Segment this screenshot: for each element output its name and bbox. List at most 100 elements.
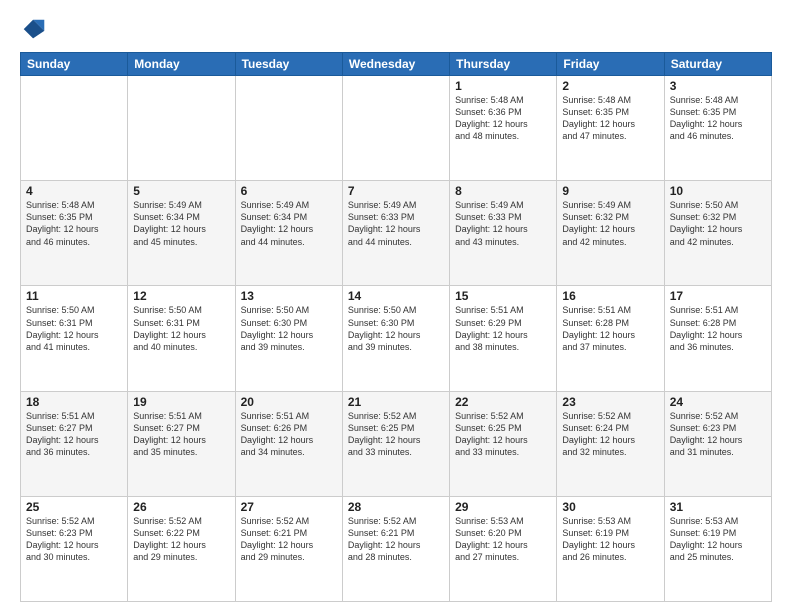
weekday-header-thursday: Thursday — [450, 53, 557, 76]
day-cell-15: 15Sunrise: 5:51 AM Sunset: 6:29 PM Dayli… — [450, 286, 557, 391]
day-number: 29 — [455, 500, 551, 514]
week-row-5: 25Sunrise: 5:52 AM Sunset: 6:23 PM Dayli… — [21, 496, 772, 601]
day-number: 9 — [562, 184, 658, 198]
day-number: 13 — [241, 289, 337, 303]
week-row-4: 18Sunrise: 5:51 AM Sunset: 6:27 PM Dayli… — [21, 391, 772, 496]
day-number: 15 — [455, 289, 551, 303]
day-number: 27 — [241, 500, 337, 514]
day-number: 10 — [670, 184, 766, 198]
day-info: Sunrise: 5:53 AM Sunset: 6:19 PM Dayligh… — [670, 515, 766, 564]
day-number: 23 — [562, 395, 658, 409]
day-cell-28: 28Sunrise: 5:52 AM Sunset: 6:21 PM Dayli… — [342, 496, 449, 601]
day-number: 6 — [241, 184, 337, 198]
day-number: 8 — [455, 184, 551, 198]
day-number: 19 — [133, 395, 229, 409]
week-row-3: 11Sunrise: 5:50 AM Sunset: 6:31 PM Dayli… — [21, 286, 772, 391]
day-cell-3: 3Sunrise: 5:48 AM Sunset: 6:35 PM Daylig… — [664, 76, 771, 181]
day-number: 20 — [241, 395, 337, 409]
calendar-table: SundayMondayTuesdayWednesdayThursdayFrid… — [20, 52, 772, 602]
day-cell-9: 9Sunrise: 5:49 AM Sunset: 6:32 PM Daylig… — [557, 181, 664, 286]
header — [20, 16, 772, 44]
day-number: 28 — [348, 500, 444, 514]
day-cell-18: 18Sunrise: 5:51 AM Sunset: 6:27 PM Dayli… — [21, 391, 128, 496]
day-number: 25 — [26, 500, 122, 514]
day-info: Sunrise: 5:53 AM Sunset: 6:19 PM Dayligh… — [562, 515, 658, 564]
day-info: Sunrise: 5:49 AM Sunset: 6:34 PM Dayligh… — [241, 199, 337, 248]
day-cell-27: 27Sunrise: 5:52 AM Sunset: 6:21 PM Dayli… — [235, 496, 342, 601]
day-info: Sunrise: 5:48 AM Sunset: 6:35 PM Dayligh… — [670, 94, 766, 143]
day-number: 1 — [455, 79, 551, 93]
day-cell-4: 4Sunrise: 5:48 AM Sunset: 6:35 PM Daylig… — [21, 181, 128, 286]
empty-cell — [342, 76, 449, 181]
day-number: 2 — [562, 79, 658, 93]
day-cell-31: 31Sunrise: 5:53 AM Sunset: 6:19 PM Dayli… — [664, 496, 771, 601]
day-info: Sunrise: 5:48 AM Sunset: 6:35 PM Dayligh… — [26, 199, 122, 248]
day-number: 21 — [348, 395, 444, 409]
day-number: 5 — [133, 184, 229, 198]
day-cell-19: 19Sunrise: 5:51 AM Sunset: 6:27 PM Dayli… — [128, 391, 235, 496]
day-cell-26: 26Sunrise: 5:52 AM Sunset: 6:22 PM Dayli… — [128, 496, 235, 601]
day-info: Sunrise: 5:48 AM Sunset: 6:36 PM Dayligh… — [455, 94, 551, 143]
logo — [20, 16, 52, 44]
day-info: Sunrise: 5:52 AM Sunset: 6:21 PM Dayligh… — [241, 515, 337, 564]
day-cell-17: 17Sunrise: 5:51 AM Sunset: 6:28 PM Dayli… — [664, 286, 771, 391]
week-row-2: 4Sunrise: 5:48 AM Sunset: 6:35 PM Daylig… — [21, 181, 772, 286]
weekday-header-tuesday: Tuesday — [235, 53, 342, 76]
day-number: 3 — [670, 79, 766, 93]
day-info: Sunrise: 5:49 AM Sunset: 6:33 PM Dayligh… — [348, 199, 444, 248]
calendar-page: SundayMondayTuesdayWednesdayThursdayFrid… — [0, 0, 792, 612]
day-info: Sunrise: 5:50 AM Sunset: 6:32 PM Dayligh… — [670, 199, 766, 248]
day-number: 12 — [133, 289, 229, 303]
weekday-header-saturday: Saturday — [664, 53, 771, 76]
day-info: Sunrise: 5:48 AM Sunset: 6:35 PM Dayligh… — [562, 94, 658, 143]
day-cell-5: 5Sunrise: 5:49 AM Sunset: 6:34 PM Daylig… — [128, 181, 235, 286]
weekday-header-row: SundayMondayTuesdayWednesdayThursdayFrid… — [21, 53, 772, 76]
day-cell-16: 16Sunrise: 5:51 AM Sunset: 6:28 PM Dayli… — [557, 286, 664, 391]
day-number: 4 — [26, 184, 122, 198]
day-info: Sunrise: 5:52 AM Sunset: 6:25 PM Dayligh… — [348, 410, 444, 459]
day-cell-12: 12Sunrise: 5:50 AM Sunset: 6:31 PM Dayli… — [128, 286, 235, 391]
day-number: 18 — [26, 395, 122, 409]
day-info: Sunrise: 5:52 AM Sunset: 6:22 PM Dayligh… — [133, 515, 229, 564]
day-cell-22: 22Sunrise: 5:52 AM Sunset: 6:25 PM Dayli… — [450, 391, 557, 496]
day-cell-11: 11Sunrise: 5:50 AM Sunset: 6:31 PM Dayli… — [21, 286, 128, 391]
day-info: Sunrise: 5:51 AM Sunset: 6:28 PM Dayligh… — [562, 304, 658, 353]
day-cell-6: 6Sunrise: 5:49 AM Sunset: 6:34 PM Daylig… — [235, 181, 342, 286]
day-cell-8: 8Sunrise: 5:49 AM Sunset: 6:33 PM Daylig… — [450, 181, 557, 286]
day-cell-1: 1Sunrise: 5:48 AM Sunset: 6:36 PM Daylig… — [450, 76, 557, 181]
day-cell-30: 30Sunrise: 5:53 AM Sunset: 6:19 PM Dayli… — [557, 496, 664, 601]
day-number: 24 — [670, 395, 766, 409]
day-info: Sunrise: 5:52 AM Sunset: 6:25 PM Dayligh… — [455, 410, 551, 459]
day-number: 22 — [455, 395, 551, 409]
day-cell-23: 23Sunrise: 5:52 AM Sunset: 6:24 PM Dayli… — [557, 391, 664, 496]
day-number: 16 — [562, 289, 658, 303]
day-info: Sunrise: 5:52 AM Sunset: 6:24 PM Dayligh… — [562, 410, 658, 459]
empty-cell — [235, 76, 342, 181]
day-info: Sunrise: 5:51 AM Sunset: 6:27 PM Dayligh… — [26, 410, 122, 459]
day-info: Sunrise: 5:51 AM Sunset: 6:27 PM Dayligh… — [133, 410, 229, 459]
day-info: Sunrise: 5:52 AM Sunset: 6:21 PM Dayligh… — [348, 515, 444, 564]
day-info: Sunrise: 5:49 AM Sunset: 6:32 PM Dayligh… — [562, 199, 658, 248]
day-cell-2: 2Sunrise: 5:48 AM Sunset: 6:35 PM Daylig… — [557, 76, 664, 181]
day-cell-10: 10Sunrise: 5:50 AM Sunset: 6:32 PM Dayli… — [664, 181, 771, 286]
day-info: Sunrise: 5:49 AM Sunset: 6:33 PM Dayligh… — [455, 199, 551, 248]
day-info: Sunrise: 5:50 AM Sunset: 6:31 PM Dayligh… — [133, 304, 229, 353]
day-cell-29: 29Sunrise: 5:53 AM Sunset: 6:20 PM Dayli… — [450, 496, 557, 601]
day-cell-21: 21Sunrise: 5:52 AM Sunset: 6:25 PM Dayli… — [342, 391, 449, 496]
day-info: Sunrise: 5:51 AM Sunset: 6:28 PM Dayligh… — [670, 304, 766, 353]
day-info: Sunrise: 5:51 AM Sunset: 6:26 PM Dayligh… — [241, 410, 337, 459]
day-info: Sunrise: 5:51 AM Sunset: 6:29 PM Dayligh… — [455, 304, 551, 353]
day-info: Sunrise: 5:53 AM Sunset: 6:20 PM Dayligh… — [455, 515, 551, 564]
weekday-header-friday: Friday — [557, 53, 664, 76]
day-cell-14: 14Sunrise: 5:50 AM Sunset: 6:30 PM Dayli… — [342, 286, 449, 391]
day-info: Sunrise: 5:52 AM Sunset: 6:23 PM Dayligh… — [670, 410, 766, 459]
day-info: Sunrise: 5:50 AM Sunset: 6:30 PM Dayligh… — [241, 304, 337, 353]
weekday-header-wednesday: Wednesday — [342, 53, 449, 76]
weekday-header-sunday: Sunday — [21, 53, 128, 76]
day-number: 26 — [133, 500, 229, 514]
empty-cell — [128, 76, 235, 181]
day-number: 14 — [348, 289, 444, 303]
day-number: 17 — [670, 289, 766, 303]
day-cell-7: 7Sunrise: 5:49 AM Sunset: 6:33 PM Daylig… — [342, 181, 449, 286]
day-cell-25: 25Sunrise: 5:52 AM Sunset: 6:23 PM Dayli… — [21, 496, 128, 601]
